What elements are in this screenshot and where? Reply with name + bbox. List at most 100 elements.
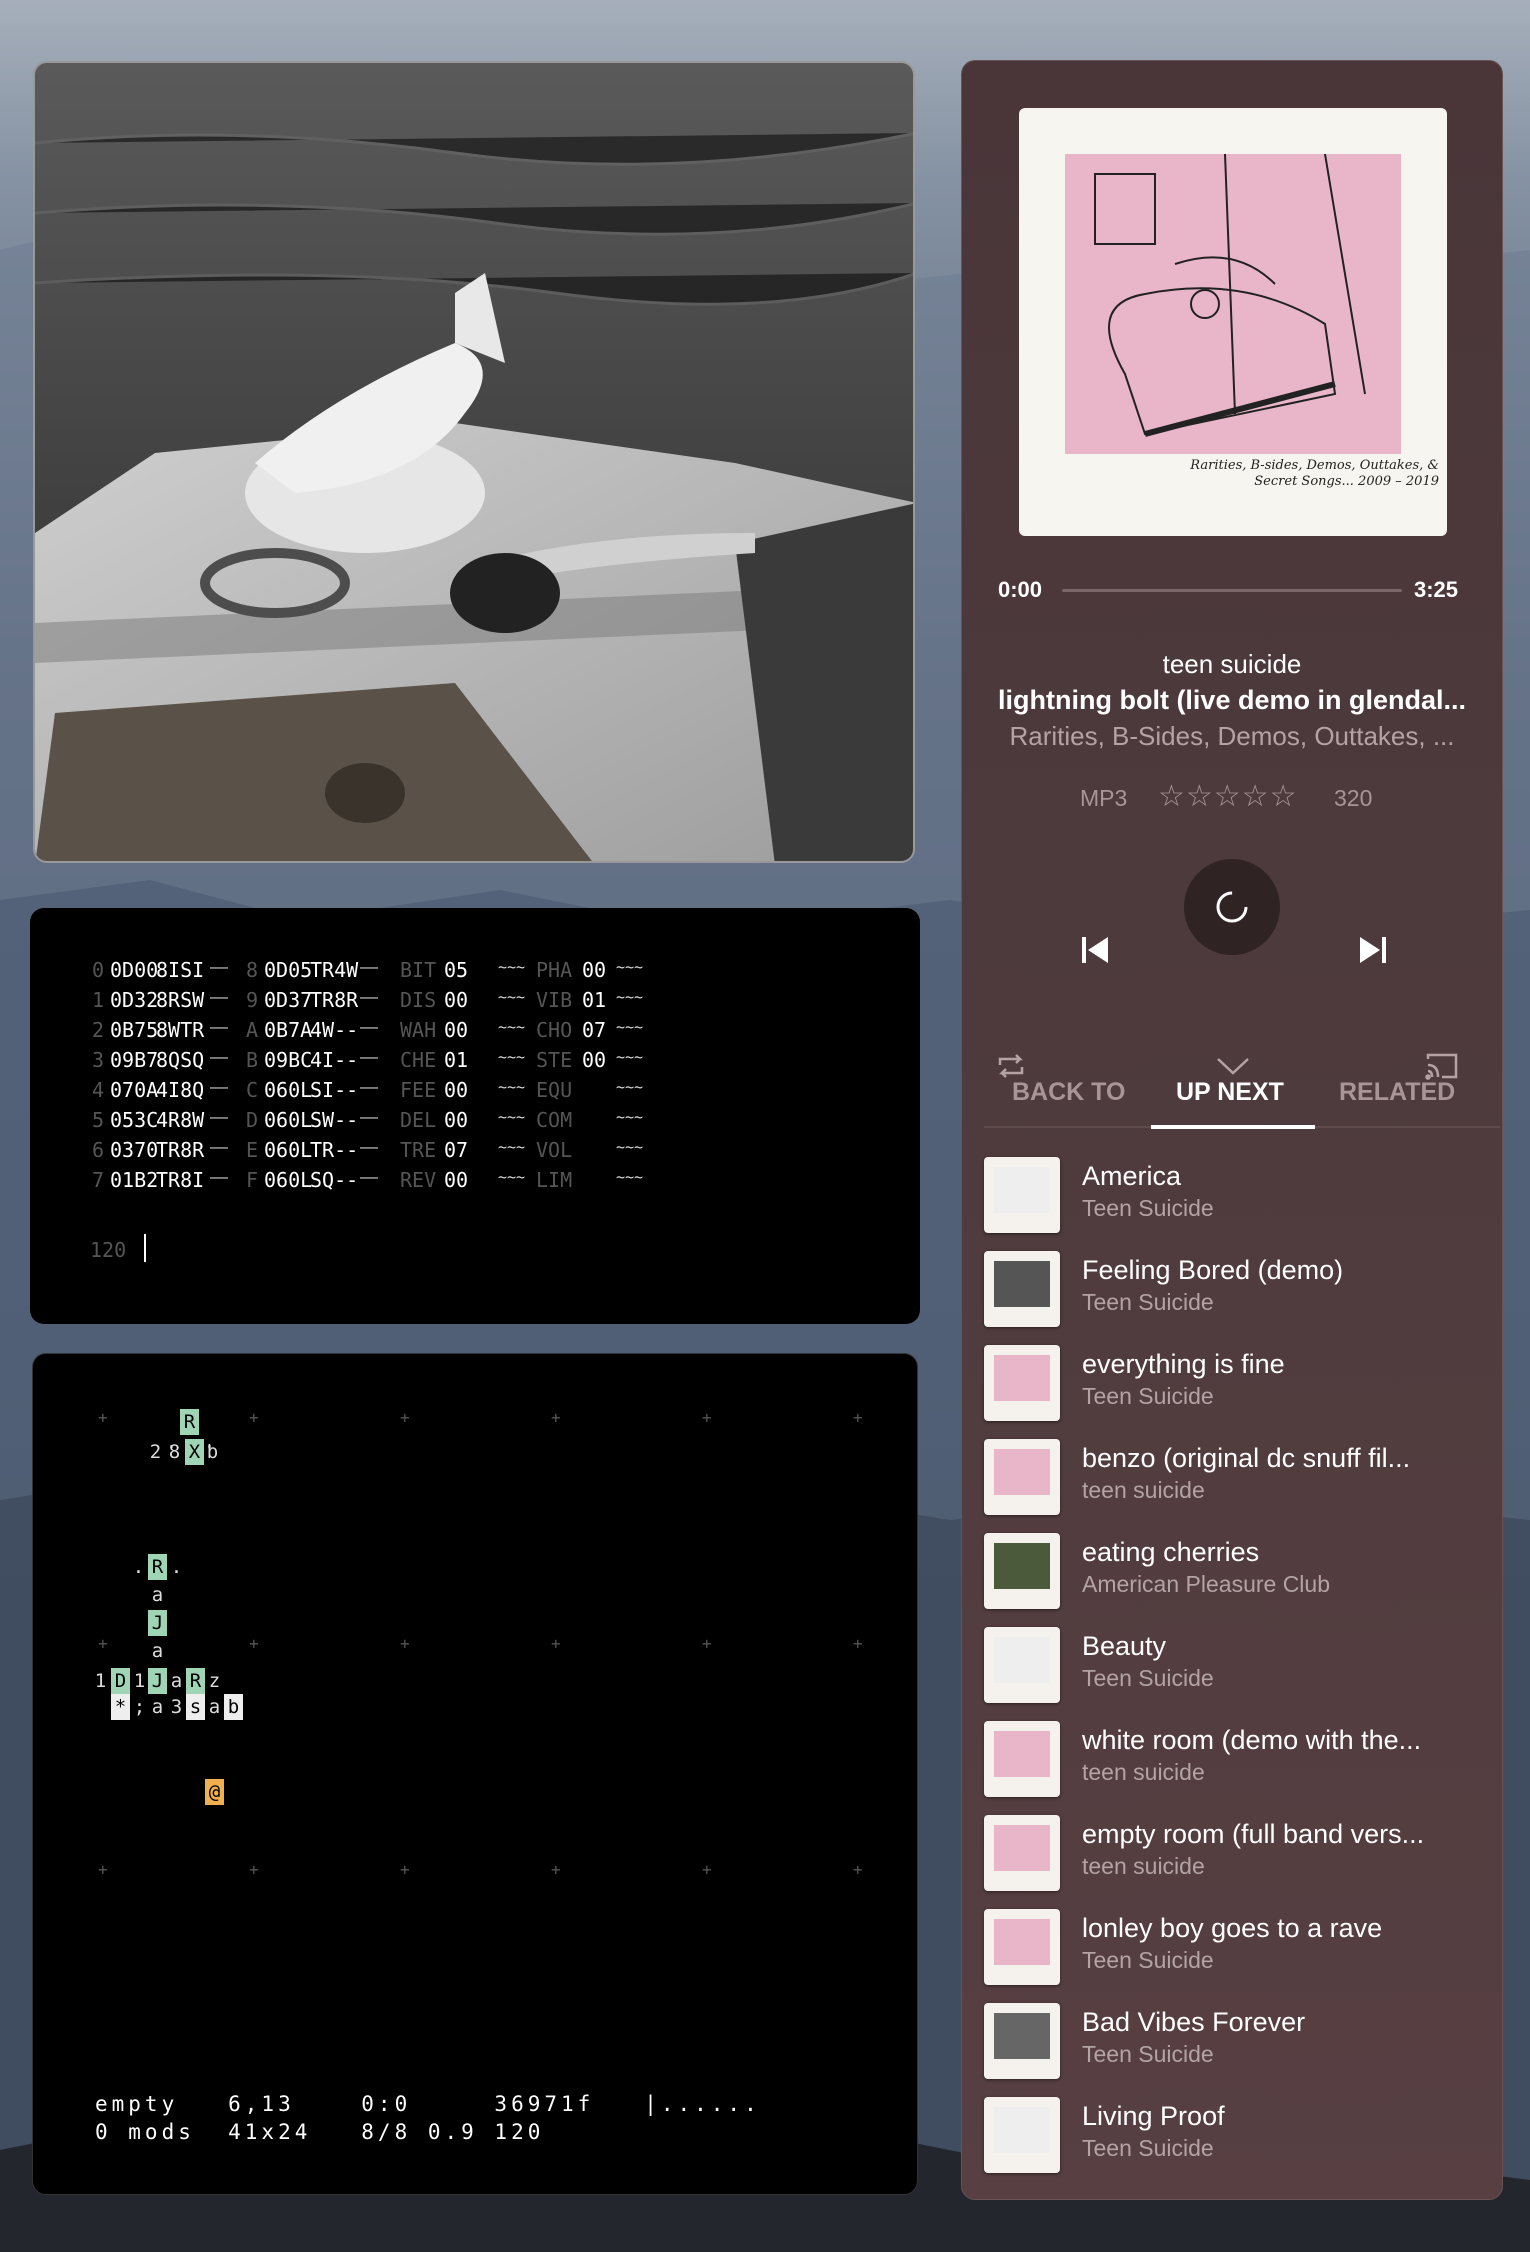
orca-grid-window[interactable]: + + + + + + + + + + + + + + + + + + R.. 2 8 Xb R.. a Ja 1 D 1 Ja Rz *… <box>32 1353 918 2195</box>
queue-item[interactable]: Bad Vibes Forever Teen Suicide <box>984 1999 1484 2083</box>
time-total: 3:25 <box>1414 577 1459 602</box>
tracker-cell-j: A <box>246 1018 259 1042</box>
tracker-wave-glyph: ~~~ <box>498 1048 526 1066</box>
queue-item-artist: Teen Suicide <box>1082 2041 1214 2067</box>
tracker-cell-e: TRE <box>400 1138 437 1162</box>
tracker-wave-glyph: —— <box>210 1138 229 1156</box>
tracker-wave-glyph: ~~~ <box>616 1048 644 1066</box>
grid-marker: + <box>249 1408 259 1427</box>
tracker-cell-h: 01 <box>582 988 607 1012</box>
tracker-cell-j: D <box>246 1108 259 1132</box>
tracker-wave-glyph: —— <box>360 988 379 1006</box>
progress-slider[interactable] <box>1062 589 1402 592</box>
queue-thumbnail <box>984 1721 1060 1797</box>
tracker-wave-glyph: ~~~ <box>616 1108 644 1126</box>
queue-item-title: lonley boy goes to a rave <box>1082 1913 1383 1943</box>
queue-item-title: Beauty <box>1082 1631 1167 1661</box>
queue-item-title: empty room (full band vers... <box>1082 1819 1425 1849</box>
tracker-cell-e: BIT <box>400 958 437 982</box>
tracker-cell-j: F <box>246 1168 259 1192</box>
cast-button[interactable] <box>1424 1051 1460 1081</box>
tracker-cell-f: 00 <box>444 1108 469 1132</box>
queue-thumbnail <box>984 1251 1060 1327</box>
tracker-cell-i: 0 <box>92 958 105 982</box>
rating-stars[interactable]: ☆☆☆☆☆ <box>1158 779 1297 814</box>
grid-glyph: R <box>148 1554 167 1580</box>
tracker-cell-d: TR8R <box>310 988 359 1012</box>
skip-back-icon <box>1082 937 1108 963</box>
queue-item-title: eating cherries <box>1082 1537 1260 1567</box>
tracker-cell-g: VOL <box>536 1138 573 1162</box>
tracker-cell-i: 5 <box>92 1108 105 1132</box>
tracker-cell-c: 0D05 <box>264 958 313 982</box>
queue-item[interactable]: lonley boy goes to a rave Teen Suicide <box>984 1905 1484 1989</box>
play-pause-button[interactable] <box>1184 859 1280 955</box>
queue-thumbnail <box>984 2097 1060 2173</box>
grid-status-line-2: 0 mods 41x24 8/8 0.9 120 <box>95 2120 545 2144</box>
tracker-cell-j: B <box>246 1048 259 1072</box>
tracker-wave-glyph: ~~~ <box>498 1138 526 1156</box>
grid-glyph: z <box>208 1670 221 1692</box>
text-cursor <box>144 1234 146 1262</box>
tracker-cell-h: 07 <box>582 1018 607 1042</box>
grid-marker: + <box>249 1634 259 1653</box>
queue-item[interactable]: Living Proof Teen Suicide <box>984 2093 1484 2177</box>
repeat-button[interactable] <box>994 1051 1028 1081</box>
tracker-cell-c: 0D37 <box>264 988 313 1012</box>
queue-item-artist: Teen Suicide <box>1082 1947 1214 1973</box>
tab-related[interactable]: RELATED <box>1339 1078 1455 1107</box>
queue-item[interactable]: white room (demo with the... teen suicide <box>984 1717 1484 1801</box>
tracker-cell-a: 0370 <box>110 1138 159 1162</box>
tracker-cell-h: 00 <box>582 958 607 982</box>
tab-up-next[interactable]: UP NEXT <box>1176 1078 1284 1107</box>
tracker-cell-e: WAH <box>400 1018 437 1042</box>
queue-item[interactable]: Beauty Teen Suicide <box>984 1623 1484 1707</box>
tracker-cell-e: DEL <box>400 1108 437 1132</box>
tracker-wave-glyph: ~~~ <box>616 988 644 1006</box>
queue-item[interactable]: empty room (full band vers... teen suicid… <box>984 1811 1484 1895</box>
tracker-cell-i: 3 <box>92 1048 105 1072</box>
queue-thumbnail <box>984 1533 1060 1609</box>
tracker-wave-glyph: ~~~ <box>616 1138 644 1156</box>
grid-glyph: R <box>180 1409 199 1435</box>
queue-item[interactable]: America Teen Suicide <box>984 1153 1484 1237</box>
tab-back-to[interactable]: BACK TO <box>1012 1078 1125 1107</box>
tracker-cell-c: 060L <box>264 1108 313 1132</box>
tracker-wave-glyph: ~~~ <box>498 1078 526 1096</box>
collapse-button[interactable] <box>1214 1053 1252 1079</box>
tracker-wave-glyph: —— <box>360 1018 379 1036</box>
cover-handwriting: Rarities, B-sides, Demos, Outtakes, & Se… <box>1190 458 1439 489</box>
track-artist[interactable]: teen suicide <box>962 649 1502 680</box>
queue-item-title: Feeling Bored (demo) <box>1082 1255 1344 1285</box>
tracker-cell-b: 4R8W <box>156 1108 205 1132</box>
queue-item[interactable]: eating cherries American Pleasure Club <box>984 1529 1484 1613</box>
tracker-wave-glyph: ~~~ <box>498 1018 526 1036</box>
tracker-cell-a: 09B7 <box>110 1048 159 1072</box>
tracker-cell-e: CHE <box>400 1048 437 1072</box>
grid-glyph: 3 <box>170 1696 183 1718</box>
grid-glyph: @ <box>205 1779 224 1805</box>
tracker-wave-glyph: —— <box>210 1048 229 1066</box>
cover-drawing <box>1094 154 1366 437</box>
queue-item-artist: teen suicide <box>1082 1477 1205 1503</box>
grid-marker: + <box>702 1634 712 1653</box>
queue-item[interactable]: everything is fine Teen Suicide <box>984 1341 1484 1425</box>
previous-track-button[interactable] <box>1078 933 1112 967</box>
queue-item[interactable]: benzo (original dc snuff fil... teen suic… <box>984 1435 1484 1519</box>
grid-glyph: 1 <box>133 1670 146 1692</box>
track-album[interactable]: Rarities, B-Sides, Demos, Outtakes, ... <box>962 721 1502 752</box>
queue-item[interactable]: Feeling Bored (demo) Teen Suicide <box>984 1247 1484 1331</box>
grid-glyph: a <box>170 1670 183 1692</box>
grid-marker: + <box>400 1408 410 1427</box>
tracker-cell-g: LIM <box>536 1168 573 1192</box>
grid-glyph: a <box>151 1584 164 1606</box>
tracker-cell-e: DIS <box>400 988 437 1012</box>
tracker-wave-glyph: ~~~ <box>498 1108 526 1126</box>
grid-glyph: b <box>206 1441 219 1463</box>
tracker-cell-c: 060L <box>264 1138 313 1162</box>
grid-marker: + <box>702 1860 712 1879</box>
tracker-cell-b: TR8I <box>156 1168 205 1192</box>
next-track-button[interactable] <box>1356 933 1390 967</box>
tracker-cell-b: 8WTR <box>156 1018 205 1042</box>
tracker-cell-j: C <box>246 1078 259 1102</box>
